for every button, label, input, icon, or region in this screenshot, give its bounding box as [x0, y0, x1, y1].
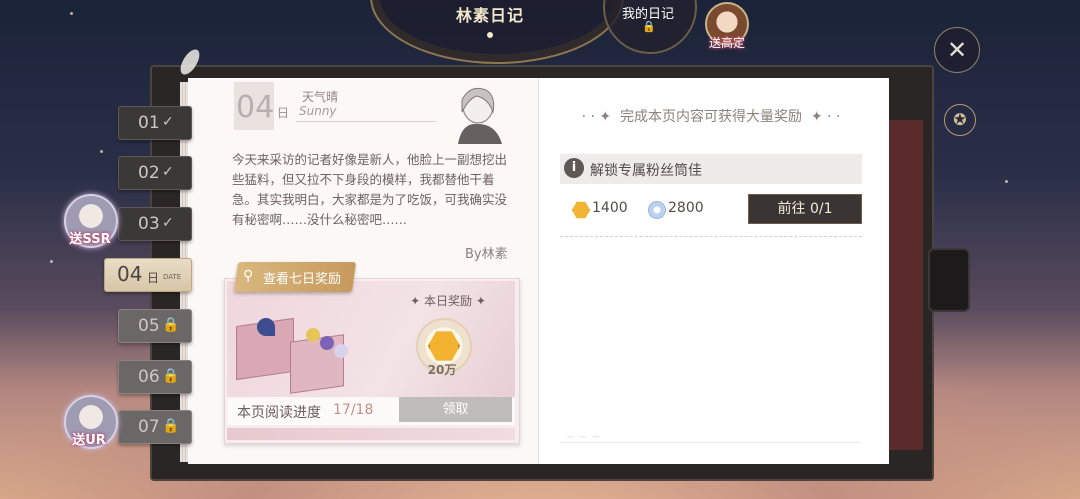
- chapter-number: 03: [138, 214, 160, 234]
- diary-date: 04: [236, 90, 275, 125]
- diamond-reward-amount: 2800: [668, 200, 704, 216]
- book-clasp: [928, 248, 970, 312]
- checkmark-icon: ✓: [162, 215, 174, 231]
- faint-signature-decoration: ~ ~ ~: [566, 430, 601, 443]
- tab-linsu-diary-label: 林素日记: [455, 6, 524, 25]
- flower-image: [320, 336, 334, 350]
- checkmark-icon: ✓: [162, 114, 174, 130]
- card-bottom-strip: [227, 428, 515, 440]
- diary-entry-text: 今天来采访的记者好像是新人，他脸上一副想挖出些猛料，但又拉不下身段的模样，我都替…: [232, 152, 508, 227]
- chapter-number: 04: [117, 262, 143, 286]
- chapter-tab-02[interactable]: 02 ✓: [118, 156, 192, 190]
- gift-outfit-label: 送高定: [708, 36, 745, 50]
- active-tab-indicator: [487, 32, 493, 38]
- lock-icon: 🔒: [642, 20, 656, 33]
- close-icon: ✕: [946, 36, 968, 64]
- ssr-reward-label: 送SSR: [69, 232, 111, 247]
- search-icon: ⚲: [243, 268, 254, 284]
- gift-outfit-reward-avatar[interactable]: 送高定: [702, 2, 752, 52]
- gold-reward-amount: 1400: [592, 200, 628, 216]
- chapter-number: 07: [138, 417, 160, 437]
- divider: [296, 121, 436, 122]
- chapter-number: 05: [138, 316, 160, 336]
- chapter-tab-05[interactable]: 05 🔒: [118, 309, 192, 343]
- weather-cn: 天气晴: [302, 90, 339, 104]
- info-icon: i: [564, 158, 584, 178]
- star-sparkle: [1005, 180, 1008, 183]
- diamond-currency-icon: [648, 201, 666, 219]
- gift-box-image: [290, 334, 344, 394]
- reading-progress-label: 本页阅读进度: [237, 405, 321, 421]
- chapter-number: 06: [138, 367, 160, 387]
- chapter-tab-04[interactable]: 04 日 DATE: [104, 258, 192, 292]
- chapter-day-label: 日: [147, 271, 160, 285]
- star-sparkle: [100, 150, 103, 153]
- today-reward-label: 本日奖励: [423, 294, 472, 308]
- diary-date-unit: 日: [277, 106, 290, 120]
- divider: [560, 442, 860, 443]
- view-seven-day-rewards-label: 查看七日奖励: [263, 272, 342, 287]
- chapter-tab-07[interactable]: 07 🔒: [118, 410, 192, 444]
- checkmark-icon: ✓: [162, 164, 174, 180]
- close-button[interactable]: ✕: [934, 27, 980, 73]
- diary-right-page: [538, 78, 889, 464]
- lock-icon: 🔒: [162, 368, 180, 384]
- today-reward-title: ✦ 本日奖励 ✦: [410, 294, 486, 308]
- chapter-number: 01: [138, 113, 160, 133]
- weather-en: Sunny: [299, 104, 337, 118]
- chapter-tab-06[interactable]: 06 🔒: [118, 360, 192, 394]
- chapter-number: 02: [138, 163, 160, 183]
- reward-coin-amount: 20万: [427, 363, 457, 377]
- go-task-button[interactable]: 前往 0/1: [748, 194, 862, 224]
- lock-icon: 🔒: [162, 418, 180, 434]
- star-sparkle: [70, 12, 73, 15]
- chapter-date-label: DATE: [163, 273, 182, 281]
- star-sparkle: [50, 260, 53, 263]
- character-portrait-sketch: [458, 87, 502, 144]
- flower-image: [306, 328, 320, 342]
- pentagram-ornament-icon: ✪: [944, 104, 976, 136]
- task-title-label: 完成本页内容可获得大量奖励: [620, 109, 802, 125]
- task-title: · · ✦ 完成本页内容可获得大量奖励 ✦ · ·: [581, 109, 841, 125]
- task-description: 解锁专属粉丝筒佳: [590, 163, 702, 179]
- tab-linsu-diary[interactable]: 林素日记: [430, 2, 550, 38]
- dashed-divider: [560, 236, 862, 237]
- claim-button[interactable]: 领取: [399, 397, 512, 422]
- chapter-tab-03[interactable]: 03 ✓: [118, 207, 192, 241]
- ribbon-bow-image: [257, 318, 275, 336]
- ur-reward-label: 送UR: [72, 433, 106, 448]
- reading-progress-value: 17/18: [333, 402, 374, 418]
- book-back-cover: [885, 120, 923, 450]
- flower-image: [334, 344, 348, 358]
- diary-author: By林素: [465, 247, 508, 262]
- chapter-tab-01[interactable]: 01 ✓: [118, 106, 192, 140]
- lock-icon: 🔒: [162, 317, 180, 333]
